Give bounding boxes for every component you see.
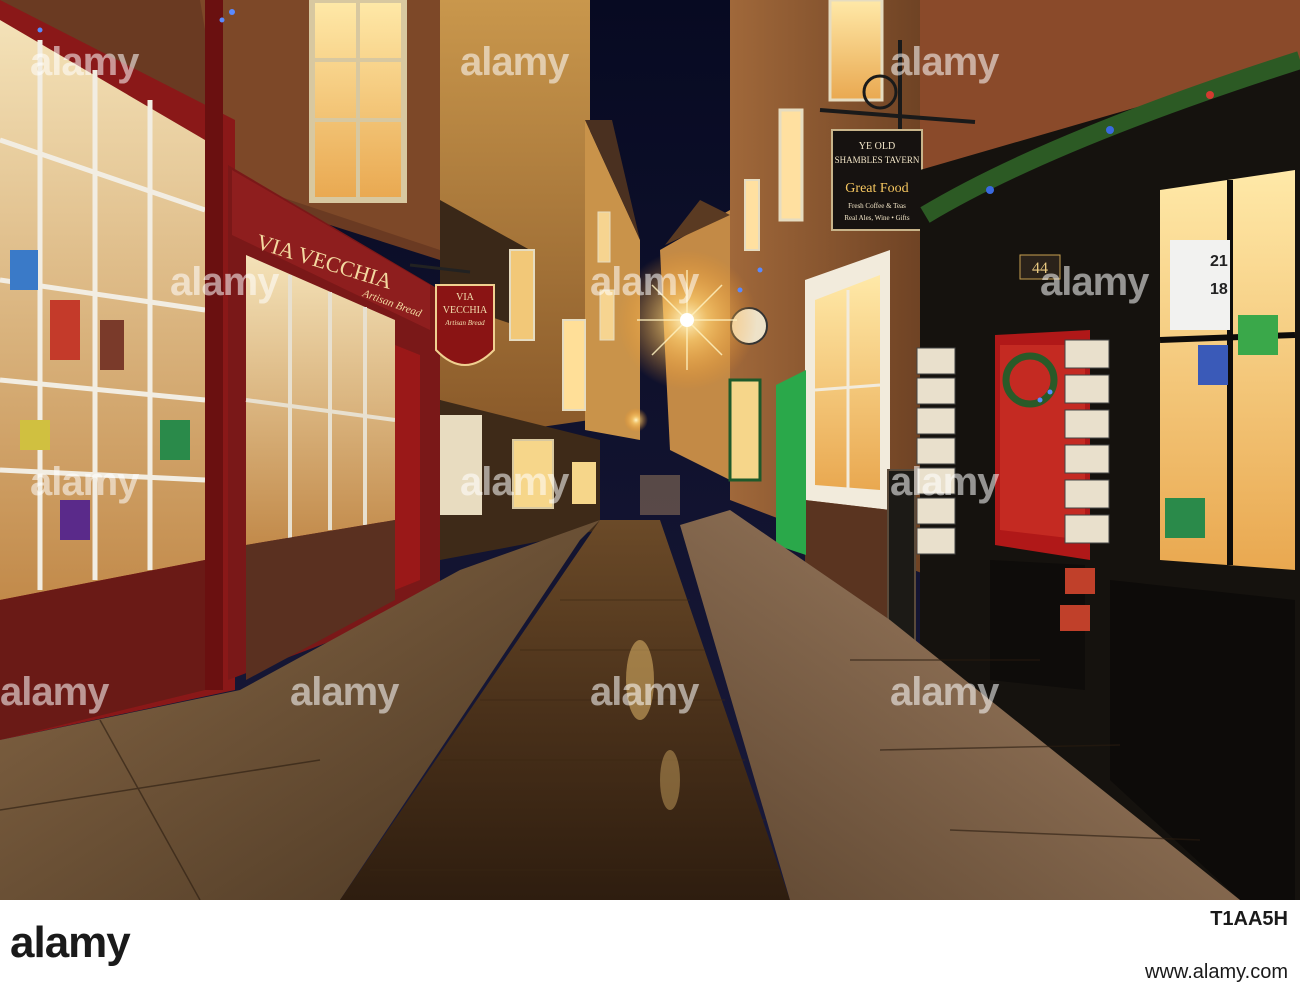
bay-window-right	[805, 250, 890, 620]
footer-bar: alamy T1AA5H www.alamy.com	[0, 900, 1300, 989]
sticker-21: 21	[1210, 253, 1228, 270]
tavern-line5: Real Ales, Wine • Gifts	[844, 214, 910, 222]
shambles-street-scene: VIA VECCHIA Artisan Bread VIA VECCHIA Ar…	[0, 0, 1300, 900]
street-photo: VIA VECCHIA Artisan Bread VIA VECCHIA Ar…	[0, 0, 1300, 900]
hanging-sign-line2: VECCHIA	[443, 305, 488, 316]
alamy-logo[interactable]: alamy	[10, 918, 131, 968]
sticker-18: 18	[1210, 281, 1228, 298]
hanging-sign-line1: VIA	[456, 292, 475, 303]
tavern-line4: Fresh Coffee & Teas	[848, 202, 906, 210]
left-shopfront	[0, 0, 235, 740]
image-info: T1AA5H www.alamy.com	[1145, 908, 1288, 984]
upper-window-left	[309, 0, 407, 203]
tavern-line2: SHAMBLES TAVERN	[835, 155, 920, 165]
tavern-line3: Great Food	[845, 181, 908, 196]
image-id: T1AA5H	[1210, 908, 1288, 930]
site-url[interactable]: www.alamy.com	[1145, 961, 1288, 984]
tavern-line1: YE OLD	[859, 141, 895, 152]
door-number: 44	[1032, 260, 1048, 277]
hanging-sign-line3: Artisan Bread	[444, 319, 485, 327]
